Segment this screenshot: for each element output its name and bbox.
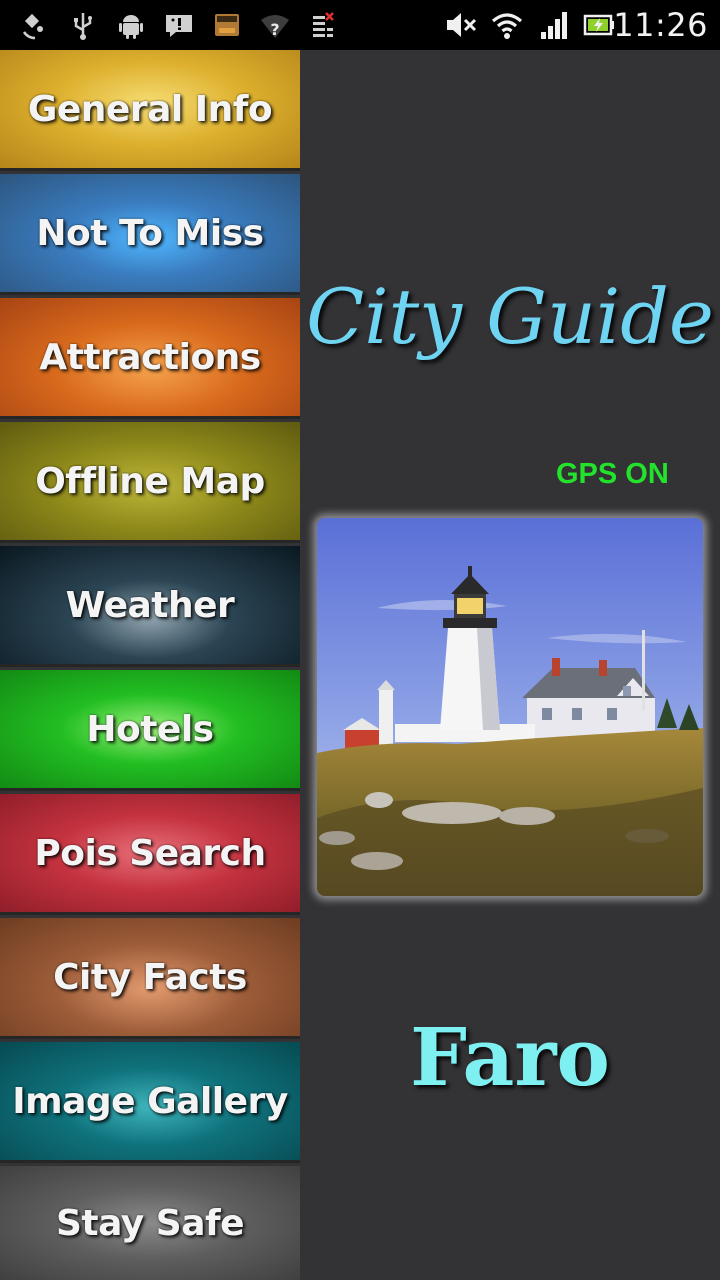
menu-item-pois-search[interactable]: Pois Search — [0, 794, 300, 915]
menu-item-label: Image Gallery — [12, 1080, 288, 1122]
main-menu: General Info Not To Miss Attractions Off… — [0, 50, 300, 1280]
battery-charging-icon — [582, 8, 616, 42]
city-photo[interactable] — [317, 518, 703, 896]
wifi-icon — [490, 8, 524, 42]
menu-item-general-info[interactable]: General Info — [0, 50, 300, 171]
menu-item-label: Attractions — [39, 336, 261, 378]
menu-item-hotels[interactable]: Hotels — [0, 670, 300, 791]
menu-item-label: Pois Search — [34, 832, 266, 874]
signal-icon — [536, 8, 570, 42]
menu-item-label: City Facts — [53, 956, 247, 998]
menu-item-label: Stay Safe — [55, 1202, 245, 1244]
menu-item-label: General Info — [27, 88, 273, 130]
menu-item-label: Offline Map — [35, 460, 265, 502]
gps-status: GPS ON — [556, 458, 669, 490]
menu-item-weather[interactable]: Weather — [0, 546, 300, 667]
content-panel: City Guide GPS ON Faro — [300, 50, 720, 1280]
menu-item-image-gallery[interactable]: Image Gallery — [0, 1042, 300, 1163]
clock: 11:26 — [613, 6, 708, 44]
wifi-unknown-icon: ? — [258, 8, 292, 42]
menu-item-offline-map[interactable]: Offline Map — [0, 422, 300, 543]
amazon-appstore-icon — [210, 8, 244, 42]
mute-icon — [444, 8, 478, 42]
satellite-icon — [18, 8, 52, 42]
city-name: Faro — [410, 1010, 610, 1104]
menu-item-not-to-miss[interactable]: Not To Miss — [0, 174, 300, 295]
menu-item-city-facts[interactable]: City Facts — [0, 918, 300, 1039]
menu-item-stay-safe[interactable]: Stay Safe — [0, 1166, 300, 1280]
app-title: City Guide — [306, 272, 714, 361]
status-bar: ? 11:26 — [0, 0, 720, 50]
android-icon — [114, 8, 148, 42]
menu-item-label: Hotels — [86, 708, 214, 750]
tasks-icon — [306, 8, 340, 42]
lighthouse-image — [317, 518, 703, 896]
usb-icon — [66, 8, 100, 42]
menu-item-label: Not To Miss — [36, 212, 264, 254]
chat-alert-icon — [162, 8, 196, 42]
menu-item-attractions[interactable]: Attractions — [0, 298, 300, 419]
svg-text:?: ? — [270, 20, 279, 39]
menu-item-label: Weather — [65, 584, 235, 626]
